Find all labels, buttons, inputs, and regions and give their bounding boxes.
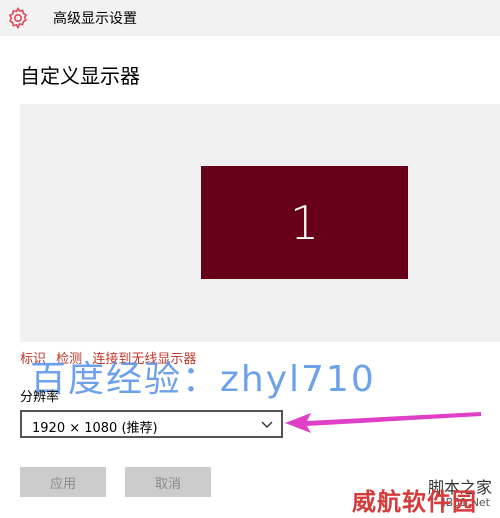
brand-watermark: 威航软件园 <box>352 488 477 516</box>
page-title: 自定义显示器 <box>20 64 140 88</box>
resolution-value: 1920 × 1080 (推荐) <box>32 421 158 436</box>
monitor-number: 1 <box>289 195 320 250</box>
resolution-dropdown[interactable]: 1920 × 1080 (推荐) <box>20 410 283 438</box>
window-title: 高级显示设置 <box>53 11 137 27</box>
apply-button[interactable]: 应用 <box>20 467 106 497</box>
watermark-text: 百度经验：zhyl710 <box>30 359 376 400</box>
annotation-arrow <box>285 412 481 433</box>
gear-icon <box>8 6 28 30</box>
chevron-down-icon <box>261 421 273 428</box>
cancel-button[interactable]: 取消 <box>125 467 211 497</box>
resolution-label: 分辨率 <box>20 390 60 405</box>
title-bar: 高级显示设置 <box>0 0 500 36</box>
display-preview-area: 1 <box>20 104 500 342</box>
monitor-tile-1[interactable]: 1 <box>201 166 408 279</box>
